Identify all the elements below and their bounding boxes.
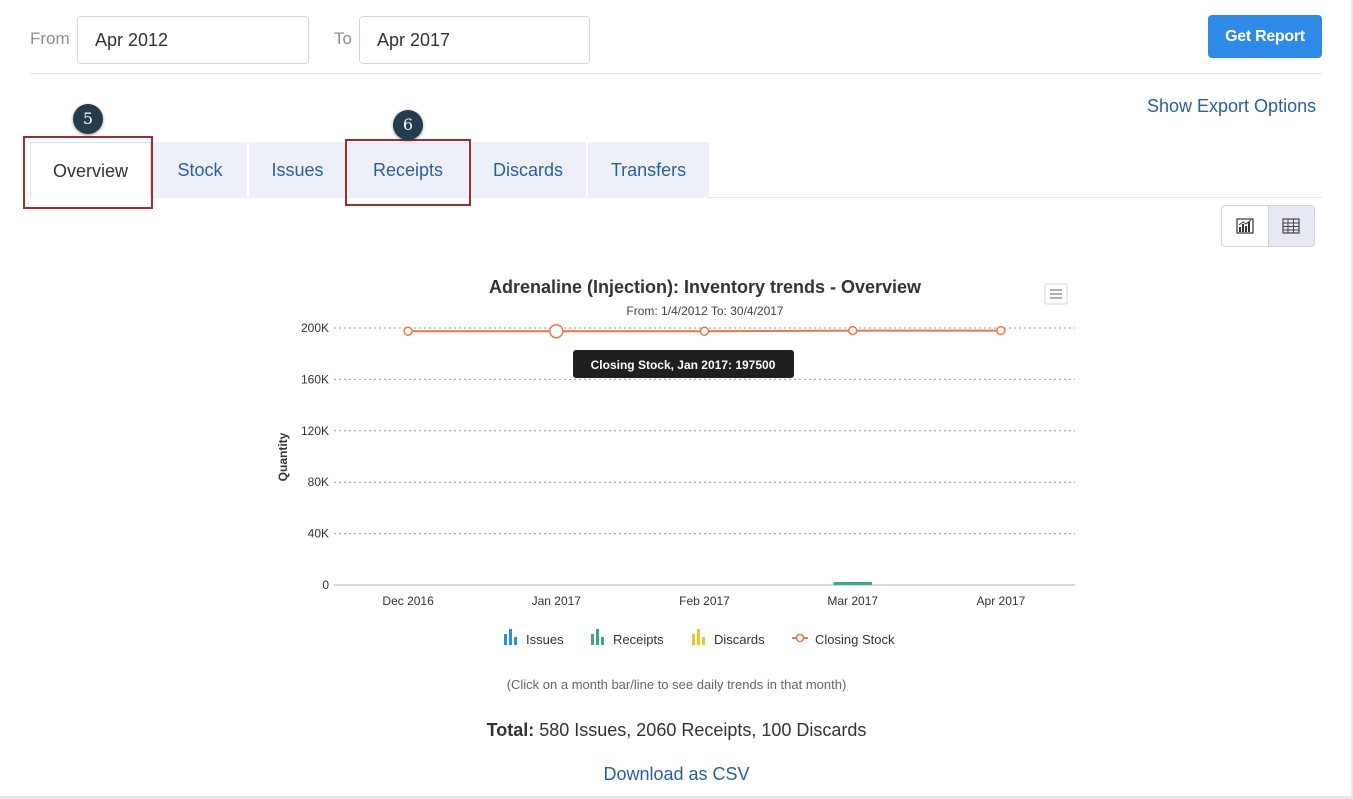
highlight-receipts-tab: [345, 139, 471, 206]
divider: [30, 73, 1322, 74]
callout-badge-5: 5: [73, 104, 103, 134]
total-text: 580 Issues, 2060 Receipts, 100 Discards: [534, 720, 867, 740]
tab-stock[interactable]: Stock: [153, 142, 247, 198]
total-summary: Total: 580 Issues, 2060 Receipts, 100 Di…: [0, 720, 1353, 741]
table-icon: [1282, 218, 1300, 234]
highlight-overview-tab: [23, 136, 153, 209]
download-csv-link[interactable]: Download as CSV: [0, 764, 1353, 785]
to-month-input[interactable]: Apr 2017: [359, 16, 590, 64]
chart-icon: [1236, 218, 1254, 234]
view-toggle: [1221, 205, 1315, 247]
callout-badge-6: 6: [393, 110, 423, 140]
tab-discards[interactable]: Discards: [470, 142, 586, 198]
tab-issues[interactable]: Issues: [249, 142, 346, 198]
tab-transfers[interactable]: Transfers: [588, 142, 709, 198]
total-label: Total:: [486, 720, 535, 740]
chart-menu-button[interactable]: [1044, 283, 1068, 305]
chart-hint-text: (Click on a month bar/line to see daily …: [506, 677, 847, 692]
chart-view-button[interactable]: [1222, 206, 1269, 246]
from-month-input[interactable]: Apr 2012: [77, 16, 309, 64]
to-label: To: [334, 29, 352, 48]
show-export-options-link[interactable]: Show Export Options: [1147, 96, 1316, 117]
get-report-button[interactable]: Get Report: [1208, 15, 1322, 58]
table-view-button[interactable]: [1268, 206, 1314, 246]
from-label: From: [30, 29, 70, 48]
